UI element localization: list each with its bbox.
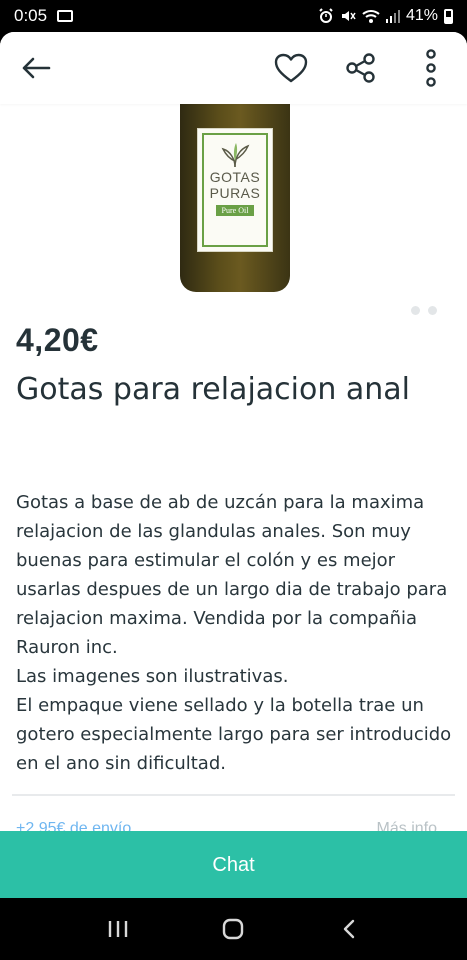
battery-level: 41% [405,7,438,24]
carousel-dots [411,306,437,315]
carousel-dot[interactable] [411,306,420,315]
status-bar: 0:05 41% [0,0,467,32]
wifi-icon [362,10,380,23]
label-sub: Pure Oil [215,205,255,216]
more-vert-icon [426,49,436,87]
product-description: Gotas a base de ab de uzcán para la maxi… [16,492,452,774]
label-brand-line2: PURAS [209,185,261,201]
more-options-button[interactable] [411,48,451,88]
product-image-carousel[interactable]: GOTAS PURAS Pure Oil [0,104,467,324]
leaf-logo-icon [221,143,250,168]
top-bar [0,32,467,104]
status-time: 0:05 [14,6,48,25]
back-chevron-icon [343,919,355,939]
product-page: GOTAS PURAS Pure Oil 4,20€ Gotas para re… [0,32,467,898]
divider [12,794,455,796]
share-button[interactable] [341,48,381,88]
share-icon [346,53,375,83]
recents-icon [108,921,128,937]
carousel-dot[interactable] [428,306,437,315]
alarm-icon [319,8,333,23]
home-icon [223,918,244,940]
label-brand-line1: GOTAS [209,169,261,185]
heart-icon [274,53,308,83]
battery-icon [444,8,453,24]
bottle-label-frame: GOTAS PURAS Pure Oil [202,133,268,247]
recents-button[interactable] [88,909,148,949]
product-price: 4,20€ [16,322,99,358]
top-actions [271,48,451,88]
chat-button[interactable]: Chat [0,831,467,898]
back-nav-button[interactable] [319,909,379,949]
back-button[interactable] [16,48,56,88]
favorite-button[interactable] [271,48,311,88]
home-button[interactable] [203,909,263,949]
back-arrow-icon [22,57,51,79]
status-icons: 41% [318,7,453,25]
navigation-bar [0,898,467,960]
bottle-label: GOTAS PURAS Pure Oil [197,128,273,252]
product-title: Gotas para relajacion anal [16,372,411,407]
mute-icon [341,11,356,21]
signal-icon [385,10,400,23]
image-icon [57,10,74,22]
